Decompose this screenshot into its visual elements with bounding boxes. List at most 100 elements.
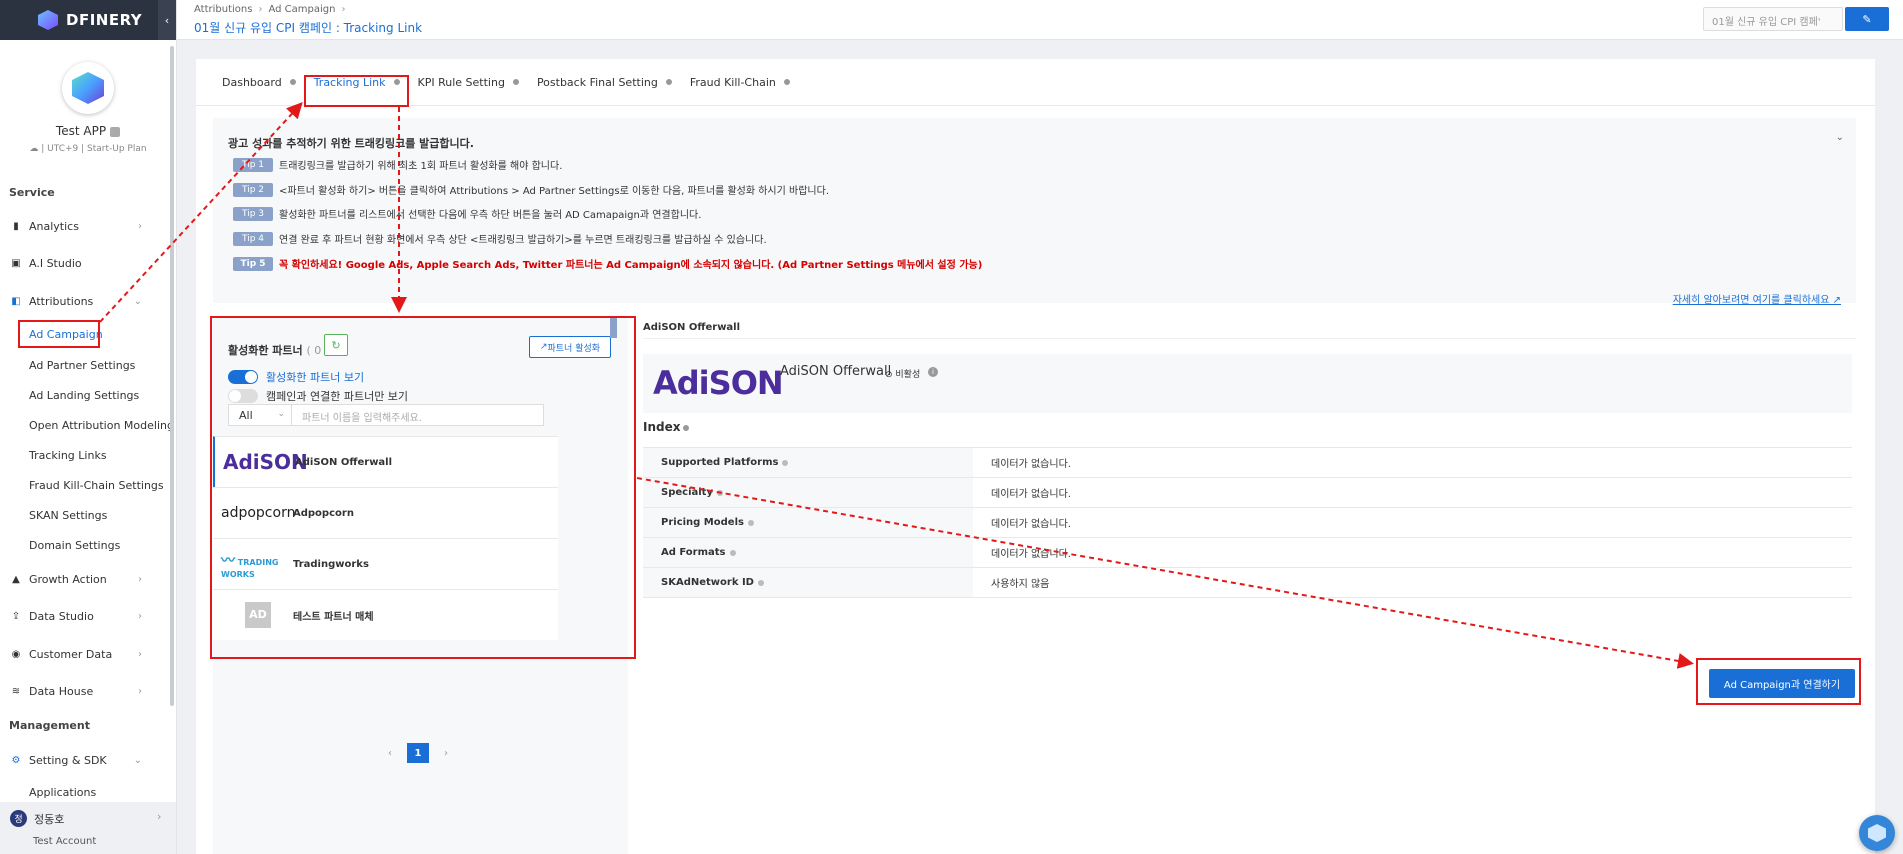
highlight-partner-list (210, 316, 636, 659)
page-button[interactable]: 1 (407, 743, 429, 763)
info-icon (782, 459, 789, 466)
sidebar: DFINERY ‹ Test APP ☁ | UTC+9 | Start-Up … (0, 0, 177, 854)
info-icon (289, 79, 296, 85)
highlight-connect-button (1696, 658, 1861, 705)
table-row: Specialty 데이터가 없습니다. (643, 478, 1852, 508)
management-section-title: Management (9, 719, 90, 732)
chevron-right-icon: › (138, 220, 142, 232)
chevron-right-icon: › (138, 573, 142, 585)
learn-more-link[interactable]: 자세히 알아보려면 여기를 클릭하세요 ↗ (1673, 291, 1841, 306)
sidebar-item-setting-sdk[interactable]: ⚙ Setting & SDK ⌄ (0, 748, 162, 772)
app-name: Test APP (55, 124, 107, 138)
tip-badge: Tip 5 (233, 256, 273, 271)
sidebar-sub-ad-partner-settings[interactable]: Ad Partner Settings (29, 359, 135, 372)
breadcrumb-item[interactable]: Ad Campaign (268, 4, 335, 15)
external-link-icon: ↗ (1829, 295, 1841, 306)
sidebar-scrollbar[interactable] (170, 46, 174, 706)
info-icon (683, 424, 690, 431)
next-page-button[interactable]: › (435, 743, 457, 763)
table-row: SKAdNetwork ID 사용하지 않음 (643, 568, 1852, 598)
tip-1: Tip 1 트래킹링크를 발급하기 위해 최초 1회 파트너 활성화를 해야 합니… (233, 157, 562, 172)
brand-name: DFINERY (66, 11, 143, 29)
info-icon (716, 489, 723, 496)
index-table: Supported Platforms 데이터가 없습니다. Specialty 데… (643, 447, 1852, 598)
sidebar-item-customer-data[interactable]: ◉ Customer Data › (0, 642, 162, 666)
chevron-right-icon: › (258, 4, 263, 15)
sidebar-item-analytics[interactable]: ▮ Analytics › (0, 214, 162, 238)
tip-badge: Tip 2 (233, 182, 273, 197)
campaign-name-input[interactable]: 01월 신규 유입 CPI 캠페' (1703, 7, 1843, 31)
tip-5: Tip 5꼭 확인하세요! Google Ads, Apple Search A… (233, 256, 982, 271)
sidebar-sub-domain-settings[interactable]: Domain Settings (29, 539, 120, 552)
cube-icon (1868, 824, 1886, 842)
tab-fraud-kill-chain[interactable]: Fraud Kill-Chain (690, 76, 790, 89)
sidebar-item-data-house[interactable]: ≋ Data House › (0, 679, 162, 703)
chevron-right-icon: › (138, 648, 142, 660)
service-section-title: Service (9, 186, 55, 199)
tip-2: Tip 2 <파트너 활성화 하기> 버튼을 클릭하여 Attributions … (233, 182, 829, 197)
info-icon (729, 549, 736, 556)
pencil-icon: ✎ (1862, 12, 1872, 26)
tip-badge: Tip 3 (233, 206, 273, 221)
sidebar-item-data-studio[interactable]: ⇪ Data Studio › (0, 604, 162, 628)
user-account: Test Account (33, 836, 97, 847)
tip-badge: Tip 4 (233, 231, 273, 246)
app-switch-icon[interactable] (110, 126, 121, 137)
edit-button[interactable]: ✎ (1845, 7, 1889, 31)
tip-badge: Tip 1 (233, 157, 273, 172)
app-meta: ☁ | UTC+9 | Start-Up Plan (29, 144, 147, 154)
partner-card: AdiSON AdiSON Offerwall ⊘ 비활성 i (643, 354, 1852, 413)
status-badge: ⊘ 비활성 (885, 370, 921, 380)
sidebar-sub-applications[interactable]: Applications (29, 786, 96, 799)
sidebar-sub-ad-landing-settings[interactable]: Ad Landing Settings (29, 389, 139, 402)
top-header: Attributions › Ad Campaign › 01월 신규 유입 CPI … (177, 0, 1903, 40)
bar-chart-icon: ▮ (13, 220, 19, 232)
app-box: Test APP ☁ | UTC+9 | Start-Up Plan (0, 40, 176, 154)
ai-icon: ▣ (11, 257, 21, 269)
chevron-right-icon: › (138, 685, 142, 697)
help-fab-button[interactable] (1859, 815, 1895, 851)
index-title: Index (643, 420, 690, 434)
gear-icon: ⚙ (11, 754, 21, 766)
chevron-down-icon: ⌄ (133, 295, 142, 307)
sidebar-sub-fraud-kill-chain-settings[interactable]: Fraud Kill-Chain Settings (29, 479, 164, 492)
info-title: 광고 성과를 추적하기 위한 트래킹링크를 발급합니다. (228, 137, 474, 150)
app-logo[interactable] (62, 62, 114, 114)
tab-dashboard[interactable]: Dashboard (222, 76, 296, 89)
table-row: Pricing Models 데이터가 없습니다. (643, 508, 1852, 538)
sidebar-sub-skan-settings[interactable]: SKAN Settings (29, 509, 107, 522)
sidebar-collapse-button[interactable]: ‹ (158, 0, 176, 40)
prev-page-button[interactable]: ‹ (379, 743, 401, 763)
sidebar-item-growth-action[interactable]: ▲ Growth Action › (0, 567, 162, 591)
info-icon (783, 79, 790, 85)
info-icon (757, 579, 764, 586)
chevron-right-icon: › (138, 610, 142, 622)
sidebar-item-ai-studio[interactable]: ▣ A.I Studio (0, 251, 162, 275)
upload-icon: ⇪ (11, 610, 21, 622)
info-icon[interactable]: i (928, 367, 938, 377)
info-icon (665, 79, 672, 85)
tip-4: Tip 4 연결 완료 후 파트너 현황 화면에서 우측 상단 <트래킹링크 발급… (233, 231, 767, 246)
table-row: Ad Formats 데이터가 없습니다. (643, 538, 1852, 568)
dfinery-logo-icon (38, 10, 58, 30)
chevron-right-icon: › (157, 810, 162, 823)
user-bar[interactable]: 정 정동호 › Test Account (0, 802, 176, 854)
sidebar-sub-open-attribution-modeling[interactable]: Open Attribution Modeling (29, 419, 174, 432)
tab-kpi-rule-setting[interactable]: KPI Rule Setting (418, 76, 519, 89)
chevron-right-icon: › (341, 4, 346, 15)
breadcrumb: Attributions › Ad Campaign › (194, 4, 351, 15)
tab-postback-final-setting[interactable]: Postback Final Setting (537, 76, 672, 89)
pagination: ‹ 1 › (376, 743, 460, 763)
chevron-down-icon[interactable]: ⌄ (1836, 132, 1844, 143)
chevron-down-icon: ⌄ (133, 754, 142, 766)
sidebar-item-attributions[interactable]: ◧ Attributions ⌄ (0, 289, 162, 313)
growth-icon: ▲ (12, 573, 20, 585)
highlight-ad-campaign (18, 320, 100, 348)
attribution-icon: ◧ (11, 295, 21, 307)
table-row: Supported Platforms 데이터가 없습니다. (643, 448, 1852, 478)
partner-logo: AdiSON (653, 364, 784, 402)
sidebar-sub-tracking-links[interactable]: Tracking Links (29, 449, 107, 462)
tip-3: Tip 3 활성화한 파트너를 리스트에서 선택한 다음에 우측 하단 버튼을 눌… (233, 206, 701, 221)
breadcrumb-item[interactable]: Attributions (194, 4, 252, 15)
user-name: 정동호 (34, 813, 65, 826)
